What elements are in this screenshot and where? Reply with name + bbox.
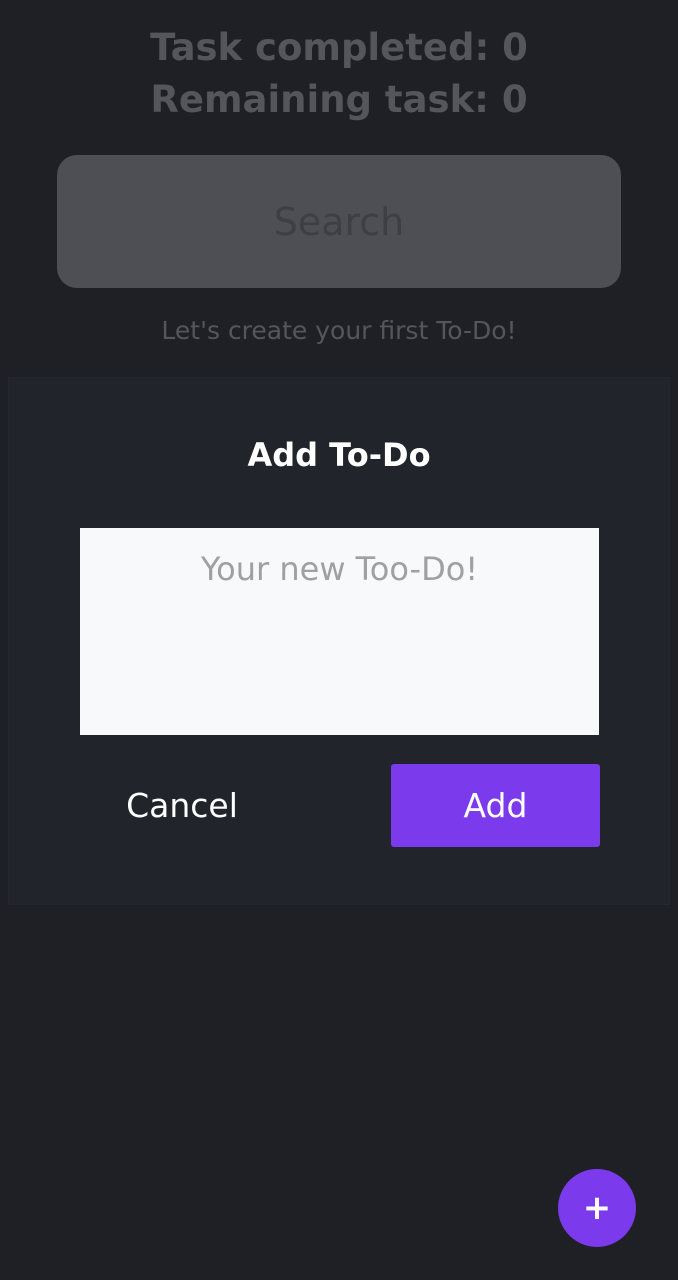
add-todo-fab[interactable]: + [558,1169,636,1247]
dialog-title: Add To-Do [247,436,431,474]
plus-icon: + [582,1188,612,1228]
search-container [57,154,621,289]
tasks-remaining-label: Remaining task: 0 [150,78,528,121]
search-input[interactable] [57,154,621,289]
add-todo-dialog: Add To-Do Cancel Add [9,378,669,904]
new-todo-input[interactable] [80,528,599,735]
cancel-button[interactable]: Cancel [89,764,275,847]
empty-state-hint: Let's create your first To-Do! [161,316,517,345]
task-stats: Task completed: 0 Remaining task: 0 [0,22,678,126]
add-button[interactable]: Add [391,764,600,847]
todo-screen: Task completed: 0 Remaining task: 0 Let'… [0,0,678,1280]
tasks-completed-label: Task completed: 0 [150,26,528,69]
